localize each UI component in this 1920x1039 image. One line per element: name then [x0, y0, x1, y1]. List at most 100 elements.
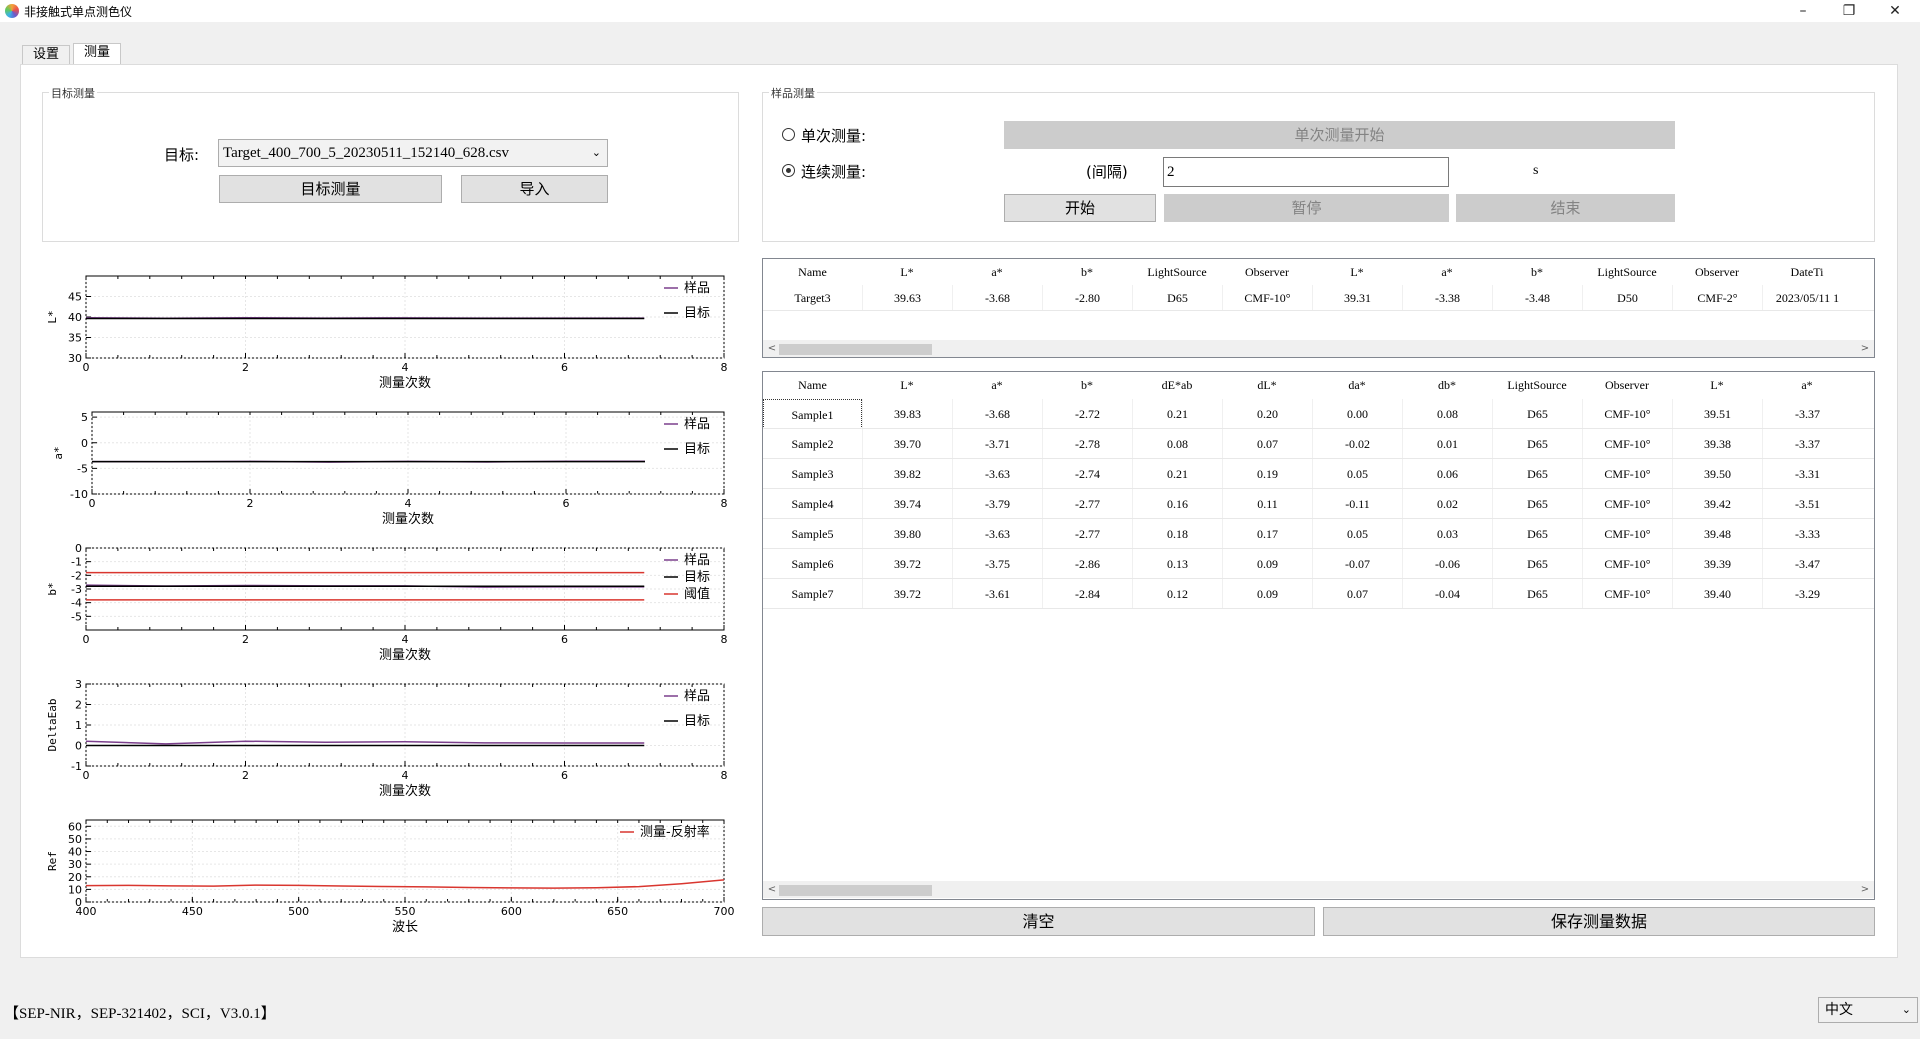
table-cell[interactable]: -2.77 — [1042, 519, 1132, 549]
column-header[interactable]: b* — [1492, 259, 1582, 285]
table-cell[interactable]: 0.09 — [1222, 549, 1312, 579]
tab-measure[interactable]: 测量 — [73, 43, 122, 65]
table-cell[interactable]: -3.68 — [952, 399, 1042, 429]
column-header[interactable]: b* — [1042, 259, 1132, 285]
table-cell[interactable]: 39.72 — [862, 579, 952, 609]
table-cell[interactable]: -0.11 — [1312, 489, 1402, 519]
column-header[interactable]: LightSource — [1582, 259, 1672, 285]
table-cell[interactable]: 39.74 — [862, 489, 952, 519]
table-cell[interactable]: 0.00 — [1312, 399, 1402, 429]
table-cell[interactable]: 0.07 — [1312, 579, 1402, 609]
table-cell[interactable]: CMF-10° — [1582, 579, 1672, 609]
table-cell[interactable]: D65 — [1492, 429, 1582, 459]
table-cell[interactable]: D50 — [1582, 285, 1672, 311]
minimize-icon[interactable]: – — [1780, 0, 1826, 22]
table-cell[interactable]: 0.11 — [1222, 489, 1312, 519]
column-header[interactable]: b* — [1042, 372, 1132, 399]
column-header[interactable]: L* — [862, 372, 952, 399]
table-cell[interactable]: 0.21 — [1132, 399, 1222, 429]
table-cell[interactable]: -2.77 — [1042, 489, 1132, 519]
table-cell[interactable]: CMF-10° — [1222, 285, 1312, 311]
table-cell[interactable]: 39.51 — [1672, 399, 1762, 429]
single-measure-radio[interactable] — [782, 128, 795, 141]
table-cell[interactable]: -3.75 — [952, 549, 1042, 579]
column-header[interactable]: a* — [1762, 372, 1852, 399]
column-header[interactable]: LightSource — [1492, 372, 1582, 399]
table-cell[interactable]: -2.80 — [1042, 285, 1132, 311]
table-cell[interactable]: -3.51 — [1762, 489, 1852, 519]
column-header[interactable]: da* — [1312, 372, 1402, 399]
table-cell[interactable]: 0.03 — [1402, 519, 1492, 549]
table-cell[interactable]: CMF-10° — [1582, 549, 1672, 579]
table-cell[interactable]: -3.47 — [1762, 549, 1852, 579]
table-cell[interactable]: -0.07 — [1312, 549, 1402, 579]
table-cell[interactable]: 0.01 — [1402, 429, 1492, 459]
table-cell[interactable]: D65 — [1492, 459, 1582, 489]
table-cell[interactable]: -3.38 — [1402, 285, 1492, 311]
table-cell[interactable]: 0.09 — [1222, 579, 1312, 609]
column-header[interactable]: a* — [952, 372, 1042, 399]
table-cell[interactable]: 39.72 — [862, 549, 952, 579]
table-cell[interactable]: -3.29 — [1762, 579, 1852, 609]
table-cell[interactable]: -3.63 — [952, 459, 1042, 489]
continuous-measure-radio[interactable] — [782, 164, 795, 177]
column-header[interactable]: dL* — [1222, 372, 1312, 399]
table-cell[interactable]: 0.06 — [1402, 459, 1492, 489]
table-cell[interactable]: 0.05 — [1312, 459, 1402, 489]
table-cell[interactable]: -3.37 — [1762, 429, 1852, 459]
column-header[interactable]: LightSource — [1132, 259, 1222, 285]
table-cell[interactable]: D65 — [1132, 285, 1222, 311]
table-cell[interactable]: -3.79 — [952, 489, 1042, 519]
table-cell[interactable]: -3.48 — [1492, 285, 1582, 311]
table-cell[interactable]: 39.82 — [862, 459, 952, 489]
table-cell[interactable]: -0.06 — [1402, 549, 1492, 579]
table-cell[interactable]: 39.50 — [1672, 459, 1762, 489]
table-cell[interactable]: 39.48 — [1672, 519, 1762, 549]
table-cell[interactable]: -3.63 — [952, 519, 1042, 549]
column-header[interactable]: DateTi — [1762, 259, 1852, 285]
scroll-thumb[interactable] — [779, 885, 932, 896]
table-cell[interactable]: 39.38 — [1672, 429, 1762, 459]
table-cell[interactable]: 39.83 — [862, 399, 952, 429]
table-cell[interactable]: 0.08 — [1132, 429, 1222, 459]
table-cell[interactable]: 0.17 — [1222, 519, 1312, 549]
table-cell[interactable]: -0.02 — [1312, 429, 1402, 459]
table-cell[interactable]: 0.19 — [1222, 459, 1312, 489]
save-data-button[interactable]: 保存测量数据 — [1323, 907, 1875, 936]
end-button[interactable]: 结束 — [1456, 194, 1675, 222]
table-cell[interactable]: 0.05 — [1312, 519, 1402, 549]
column-header[interactable]: a* — [952, 259, 1042, 285]
table-cell[interactable]: CMF-2° — [1672, 285, 1762, 311]
table-cell[interactable]: 2023/05/11 1 — [1762, 285, 1852, 311]
tab-settings[interactable]: 设置 — [22, 45, 71, 65]
table-cell[interactable]: 0.12 — [1132, 579, 1222, 609]
table-cell[interactable]: 39.70 — [862, 429, 952, 459]
table-cell[interactable]: CMF-10° — [1582, 489, 1672, 519]
table-cell[interactable]: 39.31 — [1312, 285, 1402, 311]
table-cell[interactable]: -2.84 — [1042, 579, 1132, 609]
table-cell[interactable]: D65 — [1492, 579, 1582, 609]
table-cell[interactable]: CMF-10° — [1582, 519, 1672, 549]
table-cell[interactable]: -3.37 — [1762, 399, 1852, 429]
column-header[interactable]: Observer — [1672, 259, 1762, 285]
table-cell[interactable]: 0.21 — [1132, 459, 1222, 489]
column-header[interactable]: Observer — [1222, 259, 1312, 285]
column-header[interactable]: L* — [862, 259, 952, 285]
table-cell[interactable]: D65 — [1492, 519, 1582, 549]
table-cell[interactable]: CMF-10° — [1582, 459, 1672, 489]
target-select[interactable]: Target_400_700_5_20230511_152140_628.csv… — [218, 139, 608, 167]
single-measure-start-button[interactable]: 单次测量开始 — [1004, 121, 1675, 149]
column-header[interactable]: L* — [1312, 259, 1402, 285]
table-cell[interactable]: 0.07 — [1222, 429, 1312, 459]
import-button[interactable]: 导入 — [461, 175, 608, 203]
table-cell[interactable]: 39.80 — [862, 519, 952, 549]
target-measure-button[interactable]: 目标测量 — [219, 175, 442, 203]
table-cell[interactable]: 0.13 — [1132, 549, 1222, 579]
column-header[interactable]: L* — [1672, 372, 1762, 399]
table-cell[interactable]: -2.72 — [1042, 399, 1132, 429]
horizontal-scrollbar[interactable]: < > — [763, 881, 1874, 898]
column-header[interactable]: dE*ab — [1132, 372, 1222, 399]
table-cell[interactable]: -0.04 — [1402, 579, 1492, 609]
table-cell[interactable]: -2.74 — [1042, 459, 1132, 489]
table-cell[interactable]: -3.71 — [952, 429, 1042, 459]
